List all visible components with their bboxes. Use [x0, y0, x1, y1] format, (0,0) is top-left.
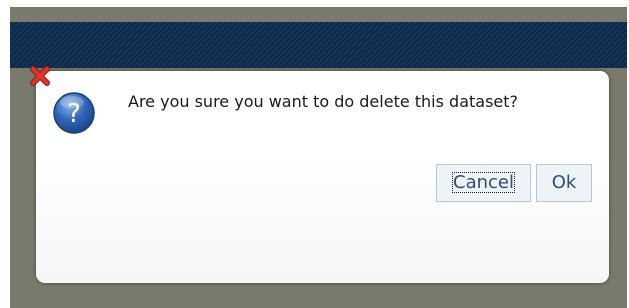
confirm-delete-dialog: ? Are you sure you want to do delete thi…: [36, 71, 609, 283]
ok-button[interactable]: Ok: [536, 164, 592, 202]
svg-text:?: ?: [67, 99, 81, 129]
dialog-message: Are you sure you want to do delete this …: [128, 92, 519, 111]
cancel-button[interactable]: Cancel: [436, 164, 531, 202]
header-bar: [10, 22, 627, 68]
cancel-button-label: Cancel: [452, 172, 515, 193]
ok-button-label: Ok: [551, 172, 577, 193]
question-icon: ?: [52, 91, 96, 135]
close-icon[interactable]: [28, 64, 52, 88]
